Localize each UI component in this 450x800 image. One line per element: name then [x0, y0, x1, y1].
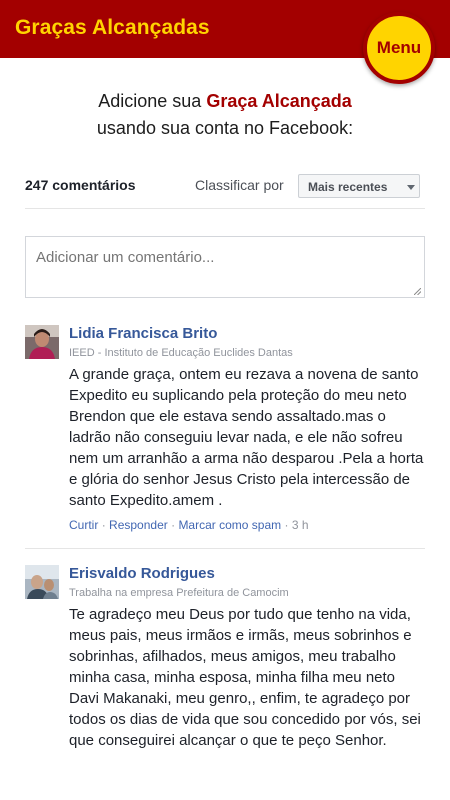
comment-timestamp: 3 h [291, 518, 309, 532]
comment-author[interactable]: Erisvaldo Rodrigues [69, 565, 425, 583]
separator-dot: · [171, 518, 176, 532]
menu-button[interactable]: Menu [363, 12, 435, 84]
like-link[interactable]: Curtir [69, 518, 98, 532]
resize-grip-icon[interactable] [414, 288, 421, 295]
comment-affiliation: IEED - Instituto de Educação Euclides Da… [69, 347, 293, 359]
avatar-image [25, 325, 59, 359]
sort-label: Classificar por [195, 177, 284, 193]
reply-link[interactable]: Responder [109, 518, 168, 532]
comment-actions: Curtir · Responder · Marcar como spam · … [69, 517, 425, 533]
separator-dot: · [284, 518, 289, 532]
avatar[interactable] [25, 565, 59, 599]
intro-line2: usando sua conta no Facebook: [96, 118, 354, 138]
comment-text: A grande graça, ontem eu rezava a novena… [69, 366, 424, 509]
chevron-down-icon [407, 185, 415, 190]
comment-input[interactable] [25, 236, 425, 298]
comment-divider [25, 548, 425, 549]
comments-header: 247 comentários Classificar por Mais rec… [25, 172, 425, 209]
comment-count: 247 comentários [25, 177, 136, 193]
intro-prefix: Adicione sua [98, 91, 207, 111]
avatar-image [25, 565, 59, 599]
comment-text: Te agradeço meu Deus por tudo que tenho … [69, 606, 421, 749]
comment-affiliation: Trabalha na empresa Prefeitura de Camoci… [69, 587, 289, 599]
sort-dropdown[interactable]: Mais recentes [298, 174, 420, 198]
intro-text: Adicione sua Graça Alcançada usando sua … [0, 88, 450, 142]
separator-dot: · [101, 518, 106, 532]
comment-author[interactable]: Lidia Francisca Brito [69, 325, 425, 343]
avatar[interactable] [25, 325, 59, 359]
mark-spam-link[interactable]: Marcar como spam [178, 518, 281, 532]
intro-highlight: Graça Alcançada [206, 91, 352, 111]
app-title: Graças Alcançadas [15, 16, 210, 39]
sort-selected-value: Mais recentes [308, 180, 388, 194]
